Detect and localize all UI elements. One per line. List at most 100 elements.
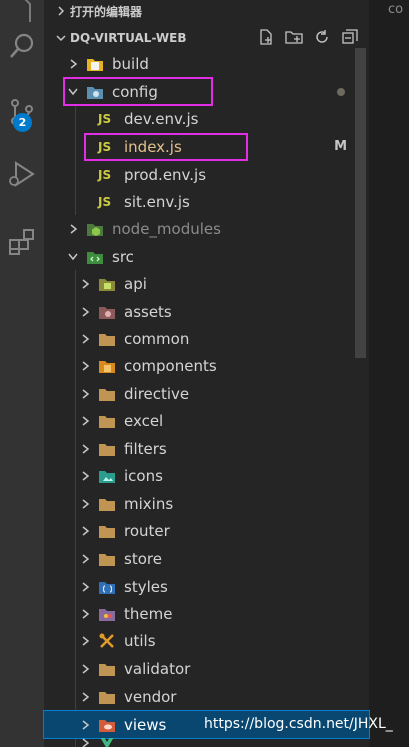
tree-item-styles[interactable]: styles (44, 573, 369, 600)
project-header[interactable]: DQ-VIRTUAL-WEB (44, 27, 369, 49)
tree-item-vendor[interactable]: vendor (44, 683, 369, 710)
chevron-right-icon (52, 6, 70, 16)
tree-item-label: icons (124, 466, 163, 485)
tree-item-node-modules[interactable]: node_modules (44, 215, 369, 242)
folder-tools-icon (98, 632, 116, 650)
refresh-icon[interactable] (313, 28, 331, 49)
tree-item-validator[interactable]: validator (44, 655, 369, 682)
tree-item-dev-env[interactable]: JS dev.env.js (44, 105, 369, 132)
folder-node-icon (86, 220, 104, 238)
chevron-right-icon (78, 469, 92, 483)
tree-item-label: styles (124, 577, 168, 596)
chevron-right-icon (78, 607, 92, 621)
chevron-right-icon (78, 414, 92, 428)
folder-views-icon (98, 716, 116, 734)
tree-item-label: vendor (124, 687, 177, 706)
tree-item-label: sit.env.js (124, 192, 190, 211)
open-editors-label: 打开的编辑器 (70, 4, 143, 19)
chevron-right-icon (78, 332, 92, 346)
tree-item-label: mixins (124, 494, 174, 513)
tree-item-label: assets (124, 302, 172, 321)
tree-item-build[interactable]: build (44, 50, 369, 77)
run-debug-icon[interactable] (0, 152, 44, 196)
chevron-right-icon (78, 442, 92, 456)
folder-icon (98, 330, 116, 348)
folder-icon (98, 385, 116, 403)
tree-item-label: store (124, 549, 162, 568)
vue-file-icon (98, 738, 116, 747)
folder-api-icon (98, 275, 116, 293)
chevron-right-icon (78, 552, 92, 566)
chevron-right-icon (66, 57, 80, 71)
chevron-right-icon (78, 497, 92, 511)
new-file-icon[interactable] (257, 28, 275, 49)
project-name: DQ-VIRTUAL-WEB (70, 31, 187, 45)
git-modified-status: M (334, 139, 347, 154)
tree-item-router[interactable]: router (44, 517, 369, 544)
tree-item-common[interactable]: common (44, 325, 369, 352)
folder-src-icon (86, 248, 104, 266)
tree-item-label: theme (124, 604, 173, 623)
folder-assets-icon (98, 303, 116, 321)
tree-item-label: excel (124, 411, 164, 430)
open-editors-header[interactable]: 打开的编辑器 (44, 0, 369, 22)
tree-item-api[interactable]: api (44, 270, 369, 297)
collapse-all-icon[interactable] (341, 28, 359, 49)
tree-item-label: node_modules (112, 219, 221, 238)
modified-dot (337, 87, 345, 96)
tree-item-store[interactable]: store (44, 545, 369, 572)
chevron-right-icon (78, 387, 92, 401)
tree-item-label: api (124, 274, 147, 293)
chevron-right-icon (78, 690, 92, 704)
tree-item-label: directive (124, 384, 190, 403)
config-highlight-box (63, 77, 213, 106)
tree-item-sit-env[interactable]: JS sit.env.js (44, 188, 369, 215)
chevron-down-icon (66, 250, 80, 264)
tree-item-src[interactable]: src (44, 243, 369, 270)
folder-icon (98, 660, 116, 678)
js-file-icon: JS (98, 194, 112, 209)
tree-item-label: build (112, 54, 149, 73)
tree-item-icons[interactable]: icons (44, 462, 369, 489)
folder-icon (98, 522, 116, 540)
tree-item-label: prod.env.js (124, 165, 207, 184)
tree-item-utils[interactable]: utils (44, 627, 369, 654)
chevron-right-icon (78, 305, 92, 319)
chevron-right-icon (78, 738, 92, 747)
explorer-icon[interactable] (0, 0, 44, 22)
chevron-right-icon (78, 524, 92, 538)
chevron-right-icon (78, 359, 92, 373)
explorer-sidebar: 打开的编辑器 DQ-VIRTUAL-WEB build config JS de… (43, 0, 370, 747)
tree-item-prod-env[interactable]: JS prod.env.js (44, 161, 369, 188)
folder-icon (98, 550, 116, 568)
index-highlight-box (84, 133, 248, 161)
tree-item-label: utils (124, 631, 156, 650)
tree-item-filters[interactable]: filters (44, 435, 369, 462)
tree-item-label: views (124, 715, 167, 734)
scm-badge: 2 (13, 113, 32, 132)
tree-item-partial (44, 738, 369, 747)
tree-item-theme[interactable]: theme (44, 600, 369, 627)
tree-item-directive[interactable]: directive (44, 380, 369, 407)
folder-styles-icon (98, 578, 116, 596)
new-folder-icon[interactable] (285, 28, 303, 49)
folder-icon (98, 688, 116, 706)
folder-images-icon (98, 467, 116, 485)
extensions-icon[interactable] (0, 220, 44, 264)
chevron-down-icon (52, 33, 70, 43)
js-file-icon: JS (98, 167, 112, 182)
tree-item-excel[interactable]: excel (44, 407, 369, 434)
folder-build-icon (86, 55, 104, 73)
chevron-right-icon (78, 580, 92, 594)
js-file-icon: JS (98, 111, 112, 126)
tree-item-label: validator (124, 659, 191, 678)
folder-components-icon (98, 357, 116, 375)
activity-bar: 2 (0, 0, 44, 747)
chevron-right-icon (66, 222, 80, 236)
tree-item-label: router (124, 521, 170, 540)
tree-item-assets[interactable]: assets (44, 298, 369, 325)
tree-item-mixins[interactable]: mixins (44, 490, 369, 517)
editor-tab-title[interactable]: co (388, 2, 403, 17)
search-icon[interactable] (0, 24, 44, 68)
tree-item-components[interactable]: components (44, 352, 369, 379)
